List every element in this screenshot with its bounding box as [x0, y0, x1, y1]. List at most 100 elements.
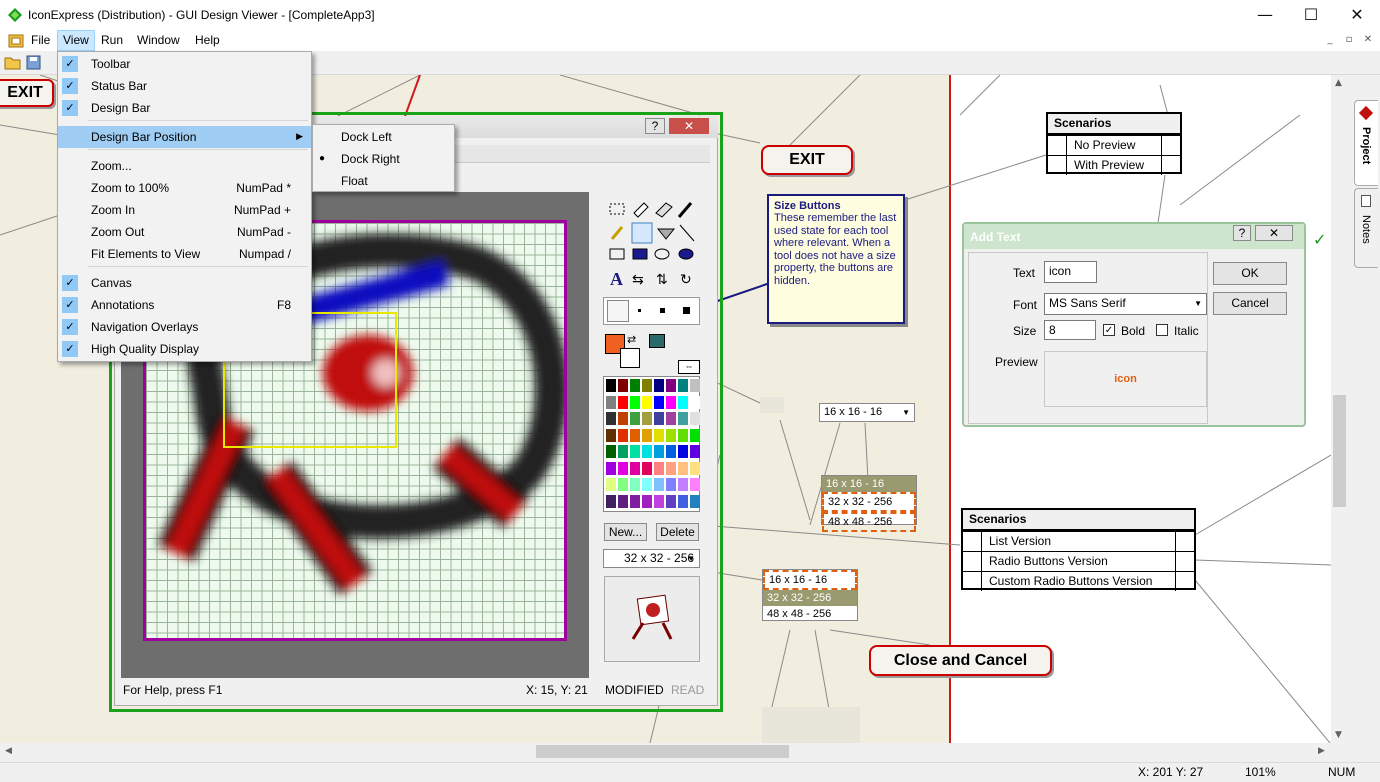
palette-swatch[interactable]: [606, 494, 616, 508]
scenario-row[interactable]: Radio Buttons Version: [963, 551, 1194, 571]
palette-swatch[interactable]: [678, 395, 688, 409]
view-menu-item[interactable]: Zoom to 100% NumPad *: [58, 177, 311, 199]
palette-swatch[interactable]: [630, 412, 640, 425]
palette-swatch[interactable]: [630, 478, 640, 491]
palette-swatch[interactable]: [618, 445, 628, 458]
palette-swatch[interactable]: [618, 379, 628, 392]
palette-swatch[interactable]: [642, 445, 652, 458]
palette-swatch[interactable]: [690, 379, 700, 392]
palette-swatch[interactable]: [654, 478, 664, 491]
palette-swatch[interactable]: [678, 445, 688, 458]
view-menu-item[interactable]: ✓ Canvas: [58, 272, 311, 294]
size-list-b[interactable]: 16 x 16 - 16 32 x 32 - 256 48 x 48 - 256: [762, 569, 858, 621]
close-button[interactable]: ✕: [1334, 0, 1380, 30]
palette-swatch[interactable]: [642, 412, 652, 425]
view-menu-item[interactable]: Zoom In NumPad +: [58, 199, 311, 221]
palette-swatch[interactable]: [618, 412, 628, 425]
exit-callout[interactable]: EXIT: [761, 145, 853, 175]
scenario-row[interactable]: With Preview: [1048, 155, 1180, 175]
palette-swatch[interactable]: [666, 445, 676, 458]
view-menu-item[interactable]: ✓ Design Bar: [58, 97, 311, 119]
palette-swatch[interactable]: [630, 395, 640, 409]
palette-swatch[interactable]: [642, 478, 652, 491]
palette-swatch[interactable]: [630, 445, 640, 458]
palette-swatch[interactable]: [654, 412, 664, 425]
background-color-swatch[interactable]: [620, 348, 640, 368]
palette-swatch[interactable]: [618, 395, 628, 409]
text-input[interactable]: icon: [1044, 261, 1097, 283]
palette-swatch[interactable]: [606, 445, 616, 458]
close-cancel-callout[interactable]: Close and Cancel: [869, 645, 1052, 676]
view-menu-item[interactable]: Zoom...: [58, 155, 311, 177]
ok-button[interactable]: OK: [1213, 262, 1287, 285]
palette-swatch[interactable]: [630, 494, 640, 508]
palette-swatch[interactable]: [654, 445, 664, 458]
screen-color-icon[interactable]: [649, 334, 665, 348]
scenario-row[interactable]: List Version: [963, 531, 1194, 551]
scroll-right-icon[interactable]: ▶: [1318, 746, 1325, 756]
size-4-button[interactable]: [683, 307, 690, 314]
scenario-row[interactable]: Custom Radio Buttons Version: [963, 571, 1194, 591]
palette-swatch[interactable]: [618, 494, 628, 508]
palette-swatch[interactable]: [678, 428, 688, 442]
palette-swatch[interactable]: [618, 461, 628, 475]
palette-toggle-icon[interactable]: ⇔: [678, 360, 700, 374]
cancel-button[interactable]: Cancel: [1213, 292, 1287, 315]
submenu-item[interactable]: ● Dock Right: [313, 148, 454, 170]
palette-swatch[interactable]: [642, 461, 652, 475]
size-3-button[interactable]: [660, 308, 665, 313]
submenu-item[interactable]: Float: [313, 170, 454, 192]
font-select[interactable]: MS Sans Serif ▼: [1044, 293, 1207, 315]
horizontal-scroll-thumb[interactable]: [536, 745, 789, 758]
palette-swatch[interactable]: [666, 395, 676, 409]
palette-swatch[interactable]: [630, 461, 640, 475]
palette-swatch[interactable]: [690, 494, 700, 508]
save-all-icon[interactable]: [25, 54, 43, 71]
add-text-dialog[interactable]: Add Text ? ✕ Text icon Font MS Sans Seri…: [962, 222, 1306, 427]
minimize-button[interactable]: —: [1242, 0, 1288, 30]
palette-swatch[interactable]: [618, 478, 628, 491]
view-menu-item[interactable]: ✓ Toolbar: [58, 53, 311, 75]
vertical-scroll-thumb[interactable]: [1333, 395, 1346, 507]
palette-swatch[interactable]: [666, 379, 676, 392]
size-1-button[interactable]: [607, 300, 629, 322]
menu-file[interactable]: File: [26, 30, 55, 51]
palette-swatch[interactable]: [606, 478, 616, 491]
palette-swatch[interactable]: [654, 461, 664, 475]
palette-swatch[interactable]: [642, 395, 652, 409]
submenu-item[interactable]: Dock Left: [313, 126, 454, 148]
palette-swatch[interactable]: [690, 412, 700, 425]
size-stepper[interactable]: 8: [1044, 320, 1096, 340]
delete-button[interactable]: Delete: [656, 523, 699, 541]
palette-swatch[interactable]: [654, 379, 664, 392]
help-icon[interactable]: ?: [645, 118, 665, 134]
palette-swatch[interactable]: [642, 494, 652, 508]
palette-swatch[interactable]: [690, 428, 700, 442]
tab-project[interactable]: Project: [1354, 100, 1378, 186]
palette-swatch[interactable]: [690, 395, 700, 409]
scroll-down-icon[interactable]: ▼: [1335, 730, 1342, 740]
exit-callout-left[interactable]: EXIT: [0, 79, 54, 107]
palette-swatch[interactable]: [678, 494, 688, 508]
palette-swatch[interactable]: [618, 428, 628, 442]
view-menu-item[interactable]: Design Bar Position ▶: [58, 126, 311, 148]
size-combo[interactable]: 16 x 16 - 16 ▼: [819, 403, 915, 422]
maximize-button[interactable]: ☐: [1288, 0, 1334, 30]
scroll-up-icon[interactable]: ▲: [1335, 78, 1342, 88]
view-menu-item[interactable]: ✓ Status Bar: [58, 75, 311, 97]
menu-help[interactable]: Help: [190, 30, 225, 51]
palette-swatch[interactable]: [666, 461, 676, 475]
palette-swatch[interactable]: [690, 461, 700, 475]
menu-run[interactable]: Run: [96, 30, 128, 51]
palette-swatch[interactable]: [630, 379, 640, 392]
palette-swatch[interactable]: [654, 395, 664, 409]
palette-swatch[interactable]: [666, 494, 676, 508]
bold-checkbox[interactable]: ✓: [1103, 324, 1115, 336]
open-folder-icon[interactable]: [4, 54, 22, 71]
palette-swatch[interactable]: [666, 478, 676, 491]
mdi-minimize-button[interactable]: _: [1322, 33, 1338, 47]
palette-swatch[interactable]: [690, 445, 700, 458]
view-menu-item[interactable]: Zoom Out NumPad -: [58, 221, 311, 243]
view-menu-item[interactable]: Fit Elements to View Numpad /: [58, 243, 311, 265]
italic-checkbox[interactable]: [1156, 324, 1168, 336]
